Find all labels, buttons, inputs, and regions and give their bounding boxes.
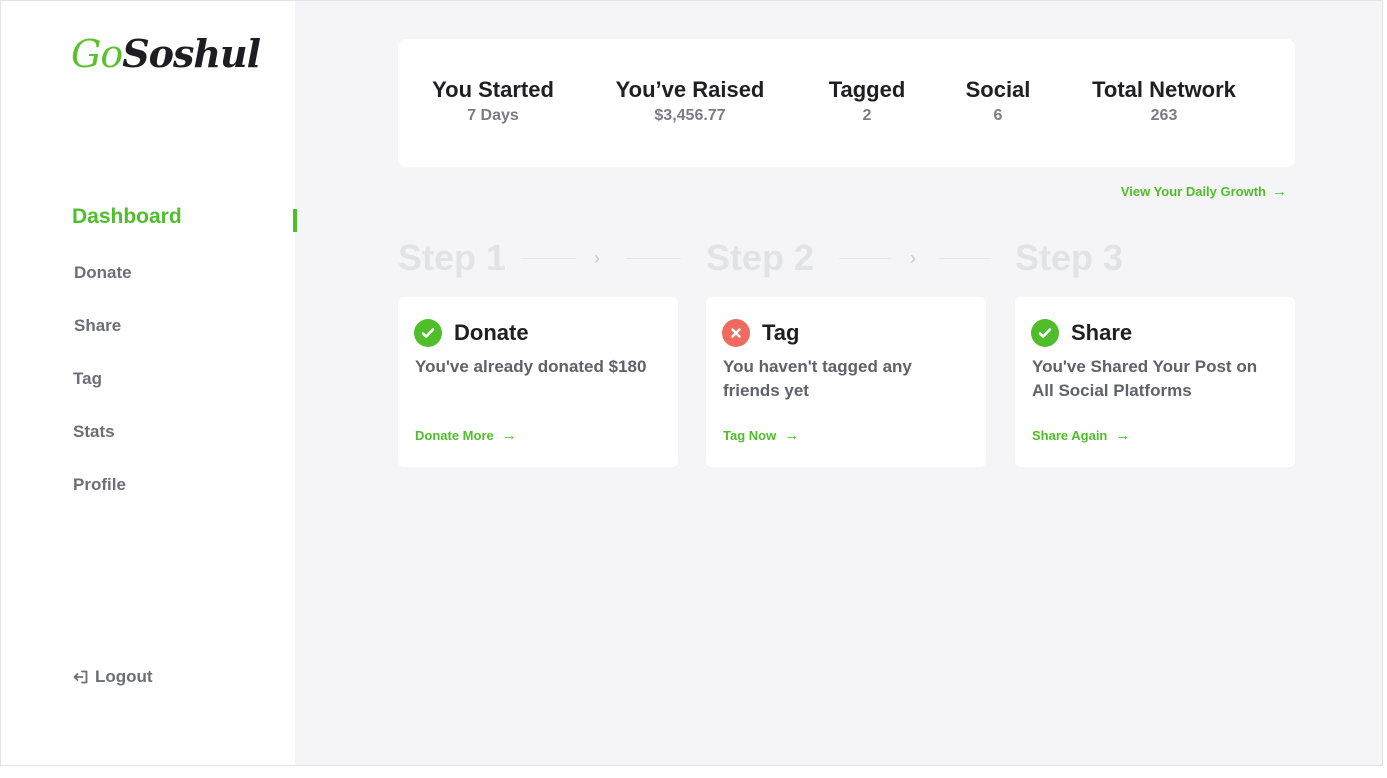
stats-summary-card: You Started 7 Days You’ve Raised $3,456.… [398, 39, 1295, 167]
card-description: You've Shared Your Post on All Social Pl… [1032, 357, 1258, 400]
logo-brand-text: Soshul [122, 31, 261, 76]
card-title: Tag [762, 320, 800, 345]
stat-label: Tagged [828, 77, 906, 102]
stat-label: Total Network [1092, 77, 1236, 102]
card-title: Donate [454, 320, 529, 345]
sidebar-item-profile[interactable]: Profile [73, 475, 126, 495]
stat-value: 7 Days [467, 107, 519, 124]
stat-youve-raised: You’ve Raised $3,456.77 [616, 77, 765, 125]
sidebar-item-dashboard[interactable]: Dashboard [72, 205, 182, 229]
arrow-right-icon: → [1115, 427, 1131, 444]
tag-now-link[interactable]: Tag Now → [723, 427, 799, 444]
stat-label: You’ve Raised [615, 77, 765, 102]
card-title: Share [1071, 320, 1133, 345]
sidebar: GoSoshul Dashboard Donate Share Tag Stat… [1, 1, 297, 765]
stat-tagged: Tagged 2 [829, 77, 906, 125]
step-connector-line [521, 258, 576, 259]
chevron-right-icon: › [910, 248, 916, 268]
arrow-right-icon: → [1272, 183, 1287, 200]
step-2-title: Step 2 [706, 237, 815, 278]
card-description: You've already donated $180 [415, 357, 647, 376]
step-card-tag: Tag You haven't tagged any friends yet T… [706, 297, 986, 467]
share-again-link[interactable]: Share Again → [1032, 427, 1130, 444]
app-frame: GoSoshul Dashboard Donate Share Tag Stat… [0, 0, 1383, 766]
card-header: Share [1031, 319, 1132, 347]
step-card-share: Share You've Shared Your Post on All Soc… [1015, 297, 1295, 467]
stat-label: You Started [432, 77, 554, 102]
donate-more-link[interactable]: Donate More → [415, 427, 517, 444]
x-circle-icon [722, 319, 750, 347]
stat-total-network: Total Network 263 [1092, 77, 1236, 125]
logout-icon [73, 669, 89, 685]
card-header: Donate [414, 319, 529, 347]
stat-label: Social [965, 77, 1031, 102]
arrow-right-icon: → [501, 427, 517, 444]
step-connector-line [626, 258, 681, 259]
logout-button[interactable]: Logout [73, 667, 153, 687]
gososhul-logo[interactable]: GoSoshul [71, 31, 261, 76]
sidebar-item-share[interactable]: Share [74, 316, 121, 336]
card-link-label: Tag Now [723, 428, 777, 443]
step-1-title: Step 1 [398, 237, 507, 278]
card-link-label: Share Again [1032, 428, 1108, 443]
active-nav-indicator [293, 209, 297, 232]
stat-social: Social 6 [966, 77, 1031, 125]
logout-label: Logout [95, 667, 153, 686]
stat-value: 6 [993, 107, 1003, 124]
check-circle-icon [414, 319, 442, 347]
card-link-label: Donate More [415, 428, 494, 443]
view-daily-growth-link[interactable]: View Your Daily Growth → [1121, 183, 1287, 200]
stat-you-started: You Started 7 Days [432, 77, 554, 125]
card-description: You haven't tagged any friends yet [723, 357, 912, 400]
step-card-donate: Donate You've already donated $180 Donat… [398, 297, 678, 467]
sidebar-item-donate[interactable]: Donate [74, 263, 132, 283]
stat-value: $3,456.77 [654, 107, 726, 124]
step-connector-line [939, 258, 991, 259]
sidebar-item-stats[interactable]: Stats [73, 422, 115, 442]
step-3-title: Step 3 [1015, 237, 1124, 278]
step-connector-line [839, 258, 891, 259]
stat-value: 2 [862, 107, 872, 124]
chevron-right-icon: › [594, 248, 600, 268]
stat-value: 263 [1150, 107, 1178, 124]
logo-go-text: Go [71, 32, 123, 76]
card-header: Tag [722, 319, 799, 347]
check-circle-icon [1031, 319, 1059, 347]
sidebar-item-tag[interactable]: Tag [73, 369, 102, 389]
arrow-right-icon: → [784, 427, 800, 444]
growth-link-label: View Your Daily Growth [1120, 184, 1266, 199]
